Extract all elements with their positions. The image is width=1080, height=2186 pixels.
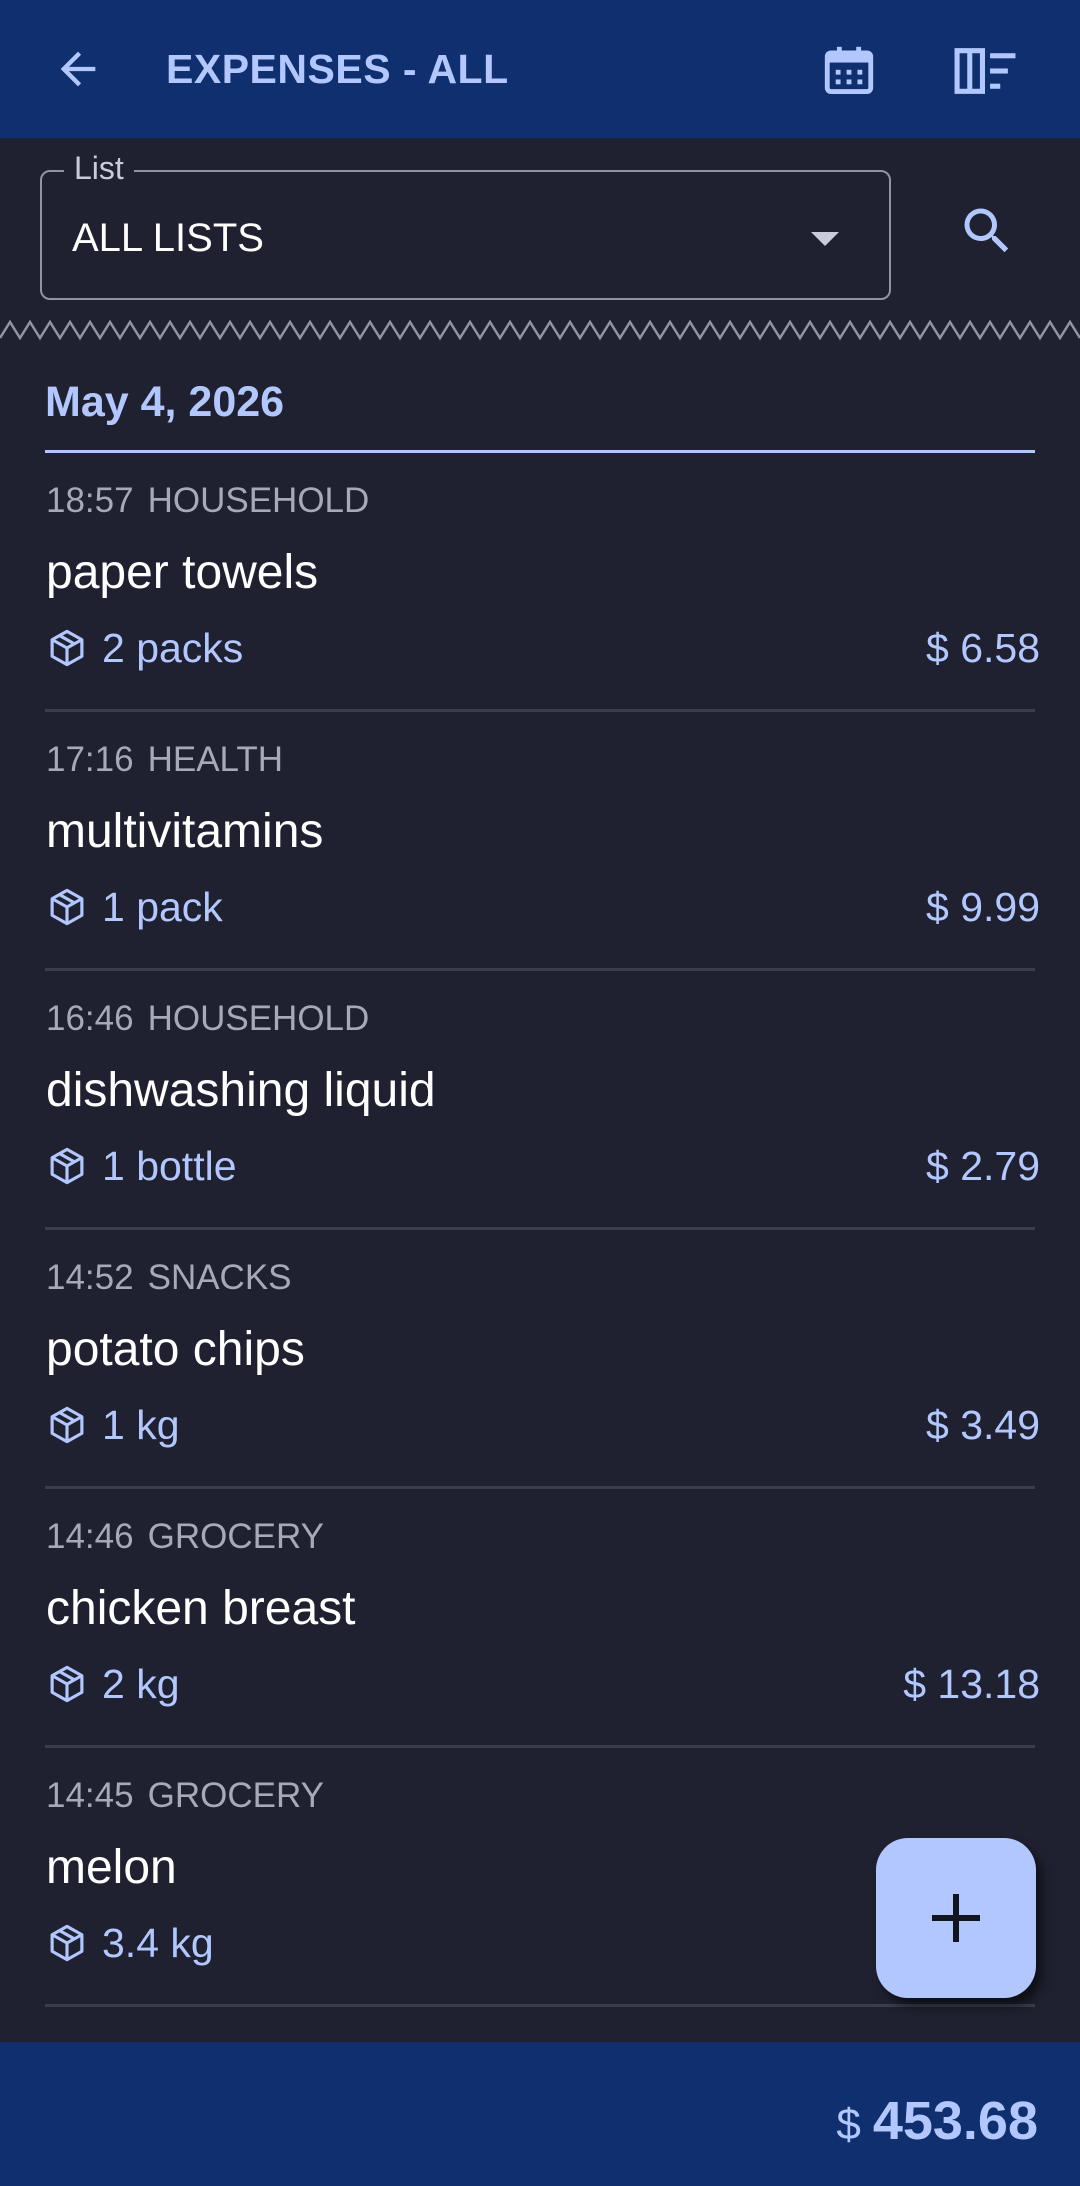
- item-name: paper towels: [46, 546, 319, 599]
- filter-bar: List ALL LISTS: [0, 138, 1080, 328]
- item-category: GROCERY: [147, 1517, 324, 1556]
- item-name: melon: [46, 1841, 177, 1894]
- calendar-icon: [824, 46, 874, 94]
- item-quantity-text: 1 kg: [102, 1401, 180, 1448]
- filter-button[interactable]: [950, 36, 1020, 106]
- add-expense-button[interactable]: [876, 1838, 1036, 1998]
- item-price: $ 6.58: [926, 625, 1040, 671]
- total-bar: $453.68: [0, 2042, 1080, 2186]
- item-quantity-text: 1 bottle: [102, 1142, 237, 1189]
- item-divider: [45, 2004, 1035, 2007]
- item-price: $ 13.18: [903, 1661, 1040, 1707]
- dropdown-caret-icon: [811, 232, 839, 246]
- expense-item[interactable]: 17:16 HEALTH multivitamins 1 pack $ 9.99: [0, 712, 1080, 971]
- total-amount: $453.68: [836, 2090, 1038, 2152]
- item-quantity: 3.4 kg: [46, 1918, 214, 1968]
- plus-icon: [932, 1894, 980, 1942]
- item-quantity: 1 bottle: [46, 1141, 237, 1191]
- item-meta: 16:46 HOUSEHOLD: [46, 999, 369, 1039]
- item-meta: 14:52 SNACKS: [46, 1258, 292, 1298]
- item-quantity: 1 kg: [46, 1400, 180, 1450]
- package-icon: [50, 1924, 84, 1962]
- list-select[interactable]: List ALL LISTS: [40, 150, 891, 300]
- item-time: 14:45: [46, 1776, 134, 1815]
- item-name: potato chips: [46, 1323, 305, 1376]
- item-category: SNACKS: [147, 1258, 292, 1297]
- expense-item[interactable]: 18:57 HOUSEHOLD paper towels 2 packs $ 6.58: [0, 453, 1080, 712]
- filter-list-icon: [954, 48, 1016, 94]
- item-time: 14:52: [46, 1258, 134, 1297]
- item-quantity-text: 1 pack: [102, 883, 223, 930]
- item-name: dishwashing liquid: [46, 1064, 436, 1117]
- item-meta: 14:46 GROCERY: [46, 1517, 324, 1557]
- total-currency: $: [836, 2100, 861, 2149]
- item-price: $ 3.49: [926, 1402, 1040, 1448]
- list-select-label: List: [64, 150, 134, 187]
- search-button[interactable]: [952, 196, 1022, 266]
- expense-item[interactable]: 14:46 GROCERY chicken breast 2 kg $ 13.18: [0, 1489, 1080, 1748]
- calendar-button[interactable]: [814, 36, 884, 106]
- package-icon: [50, 888, 84, 926]
- item-category: HOUSEHOLD: [147, 481, 370, 520]
- package-icon: [50, 1406, 84, 1444]
- package-icon: [50, 1147, 84, 1185]
- item-quantity-text: 2 kg: [102, 1660, 180, 1707]
- list-select-value: ALL LISTS: [72, 216, 264, 260]
- item-time: 18:57: [46, 481, 134, 520]
- expense-item[interactable]: 14:52 SNACKS potato chips 1 kg $ 3.49: [0, 1230, 1080, 1489]
- package-icon: [50, 1665, 84, 1703]
- date-group-header: May 4, 2026: [45, 378, 285, 426]
- expense-item[interactable]: 16:46 HOUSEHOLD dishwashing liquid 1 bottle…: [0, 971, 1080, 1230]
- item-name: chicken breast: [46, 1582, 356, 1635]
- arrow-left-icon: [60, 51, 96, 87]
- search-icon: [964, 208, 1009, 253]
- item-quantity: 2 kg: [46, 1659, 180, 1709]
- item-category: GROCERY: [147, 1776, 324, 1815]
- item-meta: 17:16 HEALTH: [46, 740, 283, 780]
- item-category: HOUSEHOLD: [147, 999, 370, 1038]
- item-price: $ 9.99: [926, 884, 1040, 930]
- package-icon: [50, 629, 84, 667]
- app-bar: EXPENSES - ALL: [0, 0, 1080, 138]
- item-quantity-text: 3.4 kg: [102, 1919, 214, 1966]
- item-time: 16:46: [46, 999, 134, 1038]
- total-value: 453.68: [872, 2091, 1038, 2151]
- item-time: 14:46: [46, 1517, 134, 1556]
- page-title: EXPENSES - ALL: [166, 46, 509, 92]
- item-category: HEALTH: [147, 740, 284, 779]
- item-quantity-text: 2 packs: [102, 624, 244, 671]
- item-time: 17:16: [46, 740, 134, 779]
- item-quantity: 1 pack: [46, 882, 223, 932]
- item-quantity: 2 packs: [46, 623, 243, 673]
- item-name: multivitamins: [46, 805, 324, 858]
- item-price: $ 2.79: [926, 1143, 1040, 1189]
- back-button[interactable]: [46, 37, 110, 101]
- item-meta: 14:45 GROCERY: [46, 1776, 324, 1816]
- zigzag-divider: [0, 319, 1080, 341]
- item-meta: 18:57 HOUSEHOLD: [46, 481, 369, 521]
